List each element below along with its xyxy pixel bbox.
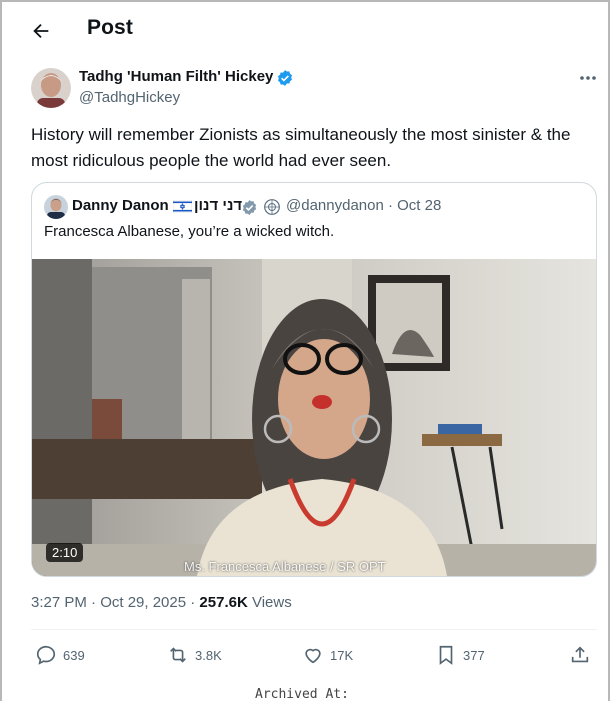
tweet-timestamp[interactable]: 3:27 PM · Oct 29, 2025 · xyxy=(31,594,199,611)
quote-author-name[interactable]: Danny Danon xyxy=(72,197,169,214)
un-emblem-icon xyxy=(264,199,280,215)
reply-count: 639 xyxy=(63,647,85,663)
verified-badge-icon xyxy=(278,70,292,86)
verified-badge-gray-icon xyxy=(242,200,257,215)
tweet-meta: 3:27 PM · Oct 29, 2025 · 257.6K Views xyxy=(31,594,292,611)
video-caption: Ms. Francesca Albanese / SR OPT xyxy=(184,559,386,574)
israel-flag-icon xyxy=(173,200,192,213)
repost-count: 3.8K xyxy=(195,647,222,663)
views-label: Views xyxy=(247,594,292,611)
reply-icon xyxy=(36,645,56,665)
quote-author-hebrew-name: דני דנון xyxy=(194,197,243,214)
share-icon xyxy=(571,646,589,663)
bookmark-count: 377 xyxy=(463,647,485,663)
bookmark-button[interactable]: 377 xyxy=(435,640,485,670)
reply-button[interactable]: 639 xyxy=(35,640,85,670)
author-handle[interactable]: @TadhgHickey xyxy=(79,89,180,106)
page-title: Post xyxy=(87,16,133,39)
bookmark-icon xyxy=(439,645,453,665)
quote-text: Francesca Albanese, you’re a wicked witc… xyxy=(44,223,335,240)
views-count: 257.6K xyxy=(199,594,248,611)
back-arrow-icon[interactable] xyxy=(30,20,52,42)
action-bar: 639 3.8K 17K 377 xyxy=(31,640,597,670)
quote-handle-date[interactable]: @dannydanon · Oct 28 xyxy=(286,197,441,214)
share-button[interactable] xyxy=(569,640,591,670)
quoted-tweet-card[interactable]: Danny Danon דני דנון @dannydanon · Oct 2… xyxy=(31,182,597,577)
author-avatar[interactable] xyxy=(31,68,71,108)
repost-icon xyxy=(170,647,186,663)
like-count: 17K xyxy=(330,647,354,663)
like-button[interactable]: 17K xyxy=(302,640,353,670)
tweet-text: History will remember Zionists as simult… xyxy=(31,125,571,170)
author-name[interactable]: Tadhg 'Human Filth' Hickey xyxy=(79,68,273,85)
repost-button[interactable]: 3.8K xyxy=(167,640,222,670)
archived-label: Archived At: xyxy=(255,687,349,702)
quote-author-avatar[interactable] xyxy=(44,195,68,219)
divider xyxy=(31,629,597,630)
more-options-icon[interactable] xyxy=(578,70,598,86)
video-duration-badge: 2:10 xyxy=(46,543,84,562)
video-player[interactable]: 2:10 Ms. Francesca Albanese / SR OPT xyxy=(32,259,596,576)
heart-icon xyxy=(305,648,321,664)
video-thumbnail xyxy=(32,259,596,576)
post-header: Post xyxy=(0,0,612,62)
